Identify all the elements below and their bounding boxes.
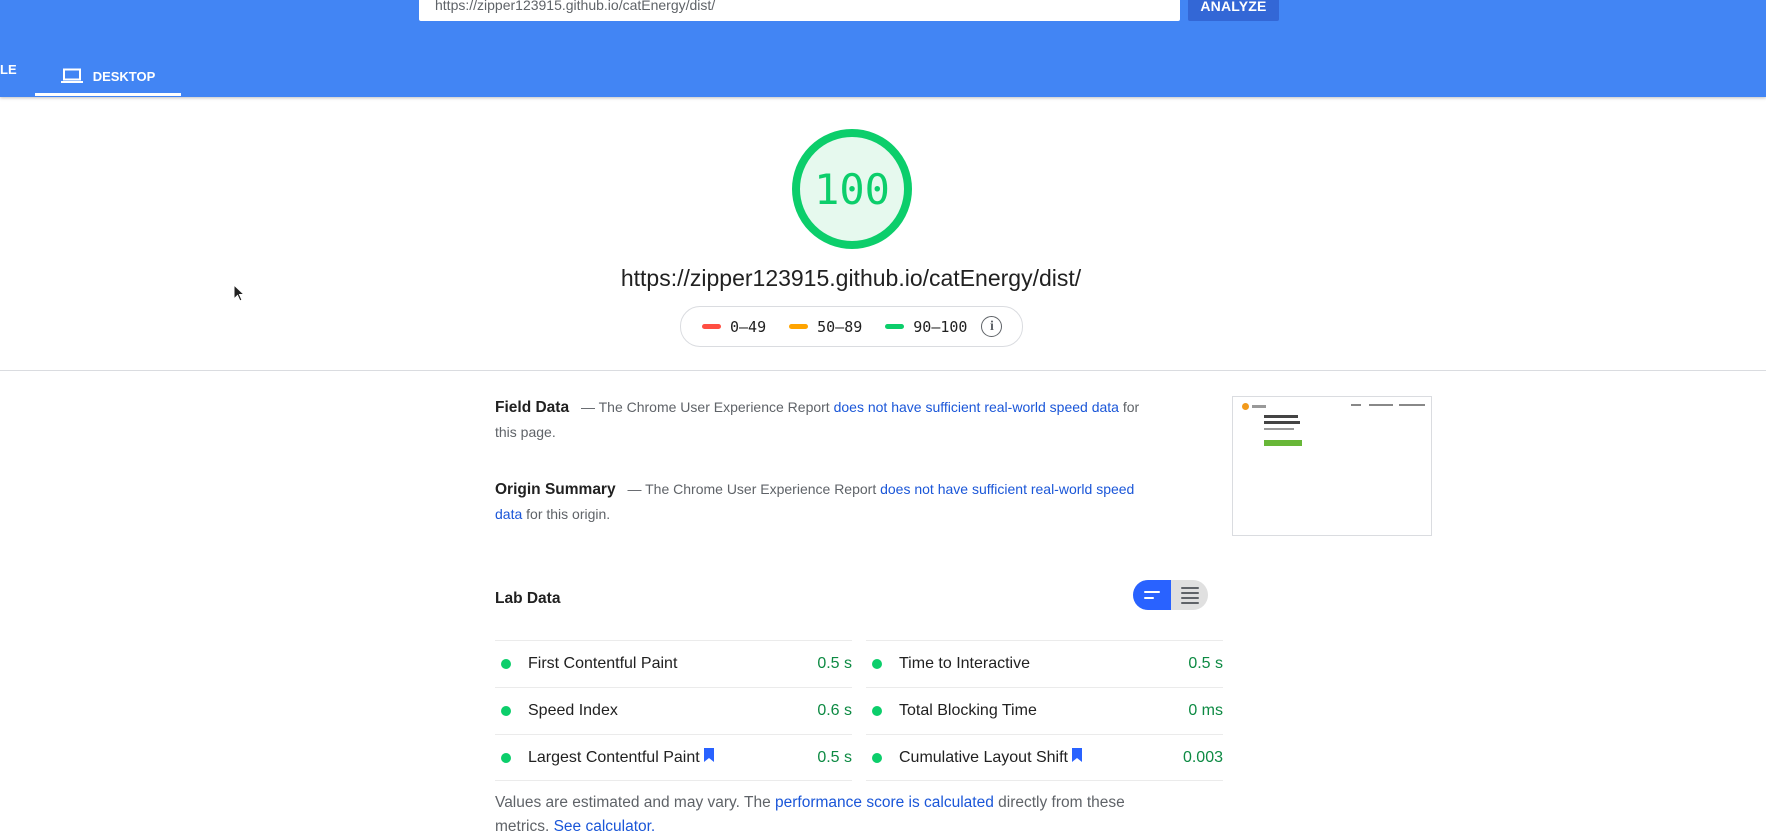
expanded-view-button[interactable] xyxy=(1171,580,1208,610)
origin-summary-label: Origin Summary xyxy=(495,481,616,498)
metrics-column-right: Time to Interactive 0.5 s Total Blocking… xyxy=(866,640,1223,781)
origin-summary-text: — The Chrome User Experience Report xyxy=(627,481,877,497)
metric-row: Largest Contentful Paint 0.5 s xyxy=(495,734,852,781)
pass-indicator xyxy=(501,659,511,669)
legend-swatch-pass xyxy=(885,324,905,329)
metric-row: Time to Interactive 0.5 s xyxy=(866,640,1223,687)
pass-indicator xyxy=(501,752,511,763)
score-calculation-link[interactable]: performance score is calculated xyxy=(775,794,994,811)
see-calculator-link[interactable]: See calculator. xyxy=(554,818,656,835)
thumbnail-nav-item xyxy=(1369,404,1393,406)
section-divider xyxy=(0,370,1766,371)
metric-name-cls: Cumulative Layout Shift xyxy=(899,748,1082,767)
thumbnail-heading xyxy=(1264,421,1300,424)
pass-indicator xyxy=(872,752,882,763)
active-tab-indicator xyxy=(35,93,181,96)
metric-row: Total Blocking Time 0 ms xyxy=(866,687,1223,734)
thumbnail-nav-item xyxy=(1399,404,1425,406)
legend-swatch-average xyxy=(789,324,809,329)
legend-item-average: 50–89 xyxy=(789,318,862,336)
metric-value: 0 ms xyxy=(1188,702,1223,719)
laptop-icon xyxy=(60,68,83,84)
metric-value: 0.5 s xyxy=(817,748,852,766)
legend-swatch-fail xyxy=(702,324,721,329)
metric-name-text: Cumulative Layout Shift xyxy=(899,748,1068,766)
legend-item-fail: 0–49 xyxy=(702,318,766,336)
bookmark-icon xyxy=(703,748,714,767)
metrics-view-toggle[interactable] xyxy=(1133,580,1208,610)
pass-indicator xyxy=(872,659,882,669)
metric-name: Speed Index xyxy=(528,702,618,719)
origin-summary-text-after: for this origin. xyxy=(526,506,611,522)
app-header: ANALYZE LE DESKTOP xyxy=(0,0,1766,97)
lab-data-footnote: Values are estimated and may vary. The p… xyxy=(495,791,1175,837)
thumbnail-logo xyxy=(1242,403,1249,410)
report-url: https://zipper123915.github.io/catEnergy… xyxy=(620,265,1082,291)
mouse-cursor-icon xyxy=(233,284,246,302)
page-screenshot-thumbnail xyxy=(1232,396,1432,536)
tab-mobile[interactable]: LE xyxy=(0,62,17,77)
metrics-column-left: First Contentful Paint 0.5 s Speed Index… xyxy=(495,640,852,781)
analyze-button[interactable]: ANALYZE xyxy=(1188,0,1279,21)
bookmark-icon xyxy=(1071,748,1082,767)
metric-value: 0.003 xyxy=(1182,748,1223,766)
pass-indicator xyxy=(501,706,511,716)
metric-name-lcp: Largest Contentful Paint xyxy=(528,748,714,767)
info-icon[interactable]: i xyxy=(981,316,1003,337)
metric-row: First Contentful Paint 0.5 s xyxy=(495,640,852,687)
pass-indicator xyxy=(872,706,882,716)
field-data-section: Field Data — The Chrome User Experience … xyxy=(495,395,1155,445)
metric-row: Cumulative Layout Shift 0.003 xyxy=(866,734,1223,781)
legend-label-pass: 90–100 xyxy=(913,317,968,336)
thumbnail-cta xyxy=(1264,440,1302,446)
metric-name: Time to Interactive xyxy=(899,655,1031,672)
tab-desktop-label: DESKTOP xyxy=(92,68,156,84)
metric-name: Total Blocking Time xyxy=(899,702,1037,719)
metric-name-text: Largest Contentful Paint xyxy=(528,748,700,766)
performance-score-value: 100 xyxy=(814,164,890,214)
legend-item-pass: 90–100 xyxy=(885,318,967,336)
thumbnail-subtitle xyxy=(1264,428,1294,430)
tab-desktop[interactable]: DESKTOP xyxy=(35,56,181,96)
footnote-text: Values are estimated and may vary. The xyxy=(495,794,771,811)
metric-value: 0.5 s xyxy=(1188,655,1223,672)
metric-row: Speed Index 0.6 s xyxy=(495,687,852,734)
thumbnail-logo-text xyxy=(1252,405,1266,408)
legend-label-fail: 0–49 xyxy=(730,317,767,336)
thumbnail-heading xyxy=(1264,415,1298,418)
origin-summary-section: Origin Summary — The Chrome User Experie… xyxy=(495,477,1155,527)
field-data-label: Field Data xyxy=(495,399,570,416)
compact-view-button[interactable] xyxy=(1133,580,1171,610)
thumbnail-nav-item xyxy=(1351,404,1361,406)
metric-value: 0.6 s xyxy=(817,702,852,719)
metric-value: 0.5 s xyxy=(817,655,852,672)
lab-data-title: Lab Data xyxy=(495,590,561,607)
tab-mobile-label: LE xyxy=(0,62,17,77)
metric-name: First Contentful Paint xyxy=(528,655,678,672)
score-legend: 0–49 50–89 90–100 i xyxy=(680,306,1023,347)
url-input[interactable] xyxy=(419,0,1180,21)
field-data-link[interactable]: does not have sufficient real-world spee… xyxy=(834,399,1119,415)
legend-label-average: 50–89 xyxy=(817,317,863,336)
field-data-text: — The Chrome User Experience Report xyxy=(580,399,830,415)
